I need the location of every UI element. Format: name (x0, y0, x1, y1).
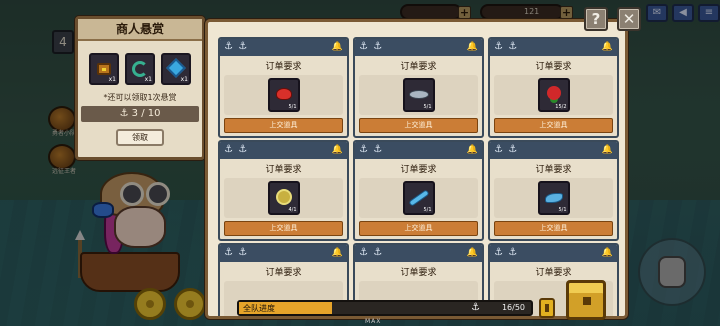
item-count: 4/1 (288, 207, 297, 213)
bell-icon: 🔔 (601, 145, 613, 155)
submit-item-button[interactable]: 上交道具 (494, 118, 613, 133)
order-title: 订单要求 (400, 62, 437, 72)
reward-count: x1 (180, 76, 188, 83)
bell-icon: 🔔 (466, 42, 478, 52)
bell-icon: 🔔 (331, 248, 343, 258)
order-card: ⚓ ⚓ 🔔 订单要求 5/1 上交道具 (488, 140, 619, 241)
anchor-icon: ⚓ ⚓ (224, 247, 249, 258)
blue-gem-icon (166, 58, 186, 78)
item-count: 15/2 (555, 104, 567, 110)
anchor-icon: ⚓ ⚓ (359, 247, 384, 258)
bell-icon: 🔔 (466, 145, 478, 155)
merchant-bounty-panel: 商人悬赏 x1 x1 x1 *还可以领取1次悬赏 ⚓ 3 / 10 领取 (75, 16, 205, 160)
anchor-icon: ⚓ ⚓ (359, 41, 384, 52)
order-item-slot[interactable]: 5/1 (537, 181, 570, 215)
order-item-slot[interactable]: 4/1 (267, 181, 300, 215)
reward-item[interactable]: x1 (161, 53, 191, 85)
order-item-slot[interactable]: 5/1 (402, 78, 435, 112)
order-title: 订单要求 (535, 62, 572, 72)
order-title: 订单要求 (400, 268, 437, 278)
order-title: 订单要求 (265, 165, 302, 175)
order-card: ⚓ ⚓ 🔔 订单要求 4/1 上交道具 (218, 140, 349, 241)
anchor-icon: ⚓ ⚓ (224, 144, 249, 155)
progress-reward-button[interactable] (539, 298, 555, 318)
bell-icon: 🔔 (331, 42, 343, 52)
bounty-rewards: x1 x1 x1 (78, 53, 202, 85)
order-card: ⚓ ⚓ 🔔 订单要求 5/1 上交道具 (353, 37, 484, 138)
fist-icon (658, 256, 686, 288)
reward-count: x1 (144, 76, 152, 83)
submit-item-button[interactable]: 上交道具 (494, 221, 613, 236)
close-button[interactable]: ✕ (617, 7, 641, 31)
submit-item-button[interactable]: 上交道具 (359, 118, 478, 133)
reward-item[interactable]: x1 (125, 53, 155, 85)
team-progress-label: 全队进度 (243, 304, 275, 313)
order-item-slot[interactable]: 5/1 (267, 78, 300, 112)
action-joystick[interactable] (638, 238, 706, 306)
bounty-title: 商人悬赏 (78, 19, 202, 41)
order-title: 订单要求 (265, 62, 302, 72)
team-progress-count: 16/50 (501, 303, 525, 312)
blue-fin-icon (544, 193, 563, 203)
order-title: 订单要求 (535, 165, 572, 175)
red-crab-icon (275, 88, 292, 100)
order-title: 订单要求 (535, 268, 572, 278)
bounty-note: *还可以领取1次悬赏 (103, 93, 177, 102)
item-count: 5/1 (423, 207, 432, 213)
item-count: 5/1 (288, 104, 297, 110)
item-count: 5/1 (558, 207, 567, 213)
order-item-slot[interactable]: 5/1 (402, 181, 435, 215)
bell-icon: 🔔 (466, 248, 478, 258)
bounty-progress: ⚓ 3 / 10 (81, 106, 199, 122)
claim-button[interactable]: 领取 (116, 129, 164, 146)
submit-item-button[interactable]: 上交道具 (359, 221, 478, 236)
treasure-chest-icon (97, 63, 111, 75)
anchor-icon: ⚓ ⚓ (224, 41, 249, 52)
anchor-icon: ⚓ ⚓ (494, 247, 519, 258)
order-card: ⚓ ⚓ 🔔 订单要求 5/1 上交道具 (218, 37, 349, 138)
red-flower-icon (546, 86, 561, 100)
sea-urchin-icon (277, 191, 290, 203)
order-item-slot[interactable]: 15/2 (537, 78, 570, 112)
order-card: ⚓ ⚓ 🔔 订单要求 5/1 上交道具 (353, 140, 484, 241)
anchor-icon: ⚓ ⚓ (359, 144, 384, 155)
order-card: ⚓ ⚓ 🔔 订单要求 15/2 上交道具 (488, 37, 619, 138)
orders-panel: ⚓ ⚓ 🔔 订单要求 5/1 上交道具 ⚓ ⚓ 🔔 订单要求 5/1 上交道具 ⚓ … (205, 19, 628, 319)
help-button[interactable]: ? (584, 7, 608, 31)
treasure-chest-icon[interactable] (566, 280, 606, 320)
anchor-icon: ⚓ (471, 302, 480, 313)
submit-item-button[interactable]: 上交道具 (224, 118, 343, 133)
anchor-icon: ⚓ ⚓ (494, 41, 519, 52)
green-scroll-icon (132, 61, 148, 77)
team-progress-bar: 全队进度 ⚓ 16/50 (237, 300, 533, 316)
submit-item-button[interactable]: 上交道具 (224, 221, 343, 236)
order-title: 订单要求 (400, 165, 437, 175)
reward-count: x1 (108, 76, 116, 83)
bell-icon: 🔔 (331, 145, 343, 155)
silver-fish-icon (408, 90, 429, 99)
blue-sword-fish-icon (407, 189, 430, 207)
bottom-label: MAX (365, 318, 382, 325)
item-count: 5/1 (423, 104, 432, 110)
bell-icon: 🔔 (601, 42, 613, 52)
bell-icon: 🔔 (601, 248, 613, 258)
anchor-icon: ⚓ ⚓ (494, 144, 519, 155)
order-title: 订单要求 (265, 268, 302, 278)
reward-item[interactable]: x1 (89, 53, 119, 85)
